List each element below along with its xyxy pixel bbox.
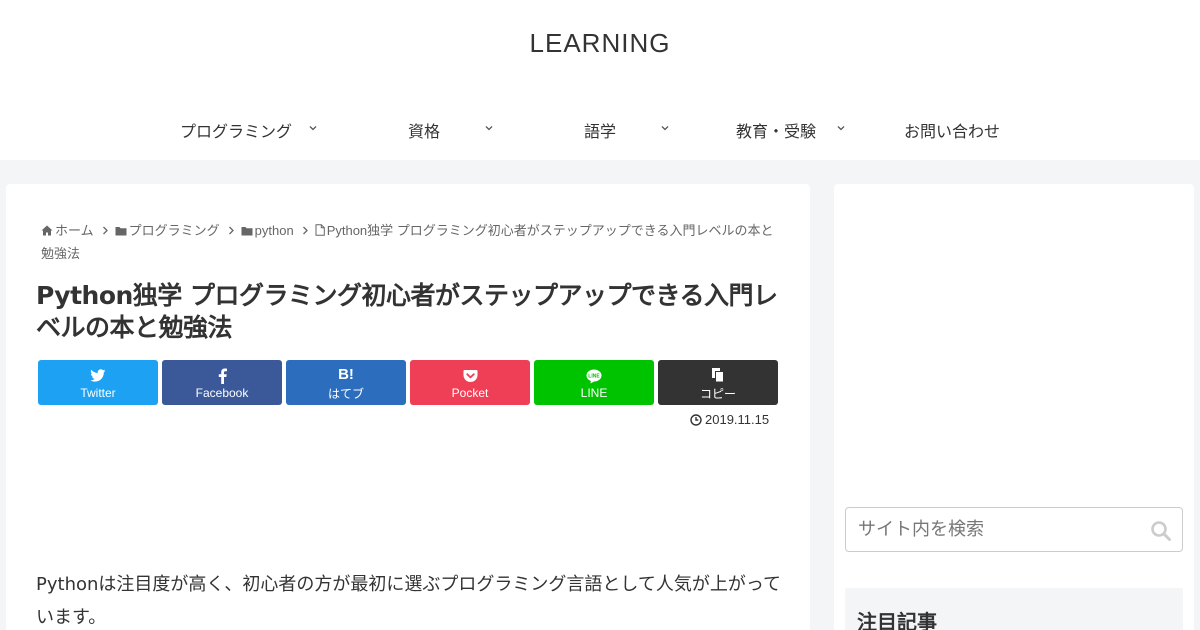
sidebar: 注目記事 [834,184,1194,630]
nav-item-label: 語学 [583,122,616,141]
chevron-right-icon [302,219,309,242]
share-hatena-button[interactable]: B! はてブ [286,360,406,405]
chevron-down-icon [485,126,493,131]
line-icon: LINE [586,369,602,383]
global-nav: プログラミング 資格 語学 教育・受験 お問い合わせ [160,106,1040,154]
article-card: ホーム プログラミング python Python独学 プログラミング初心者がステップ… [6,184,810,630]
nav-item-label: 教育・受験 [735,122,816,141]
post-body-paragraph: Pythonは注目度が高く、初心者の方が最初に選ぶプログラミング言語として人気が… [36,574,781,628]
twitter-icon [90,369,106,382]
breadcrumb-programming[interactable]: プログラミング [115,223,220,238]
copy-icon [712,367,724,382]
home-icon [41,225,53,236]
share-label: Pocket [451,386,489,400]
share-pocket-button[interactable]: Pocket [410,360,530,405]
search-icon[interactable] [1150,520,1172,542]
clock-icon [690,414,702,426]
site-header: LEARNING プログラミング 資格 語学 教育・受験 お問い合わせ [0,0,1200,160]
nav-item-programming[interactable]: プログラミング [160,106,336,154]
nav-item-education[interactable]: 教育・受験 [688,106,864,154]
nav-item-label: お問い合わせ [903,122,1000,141]
widget-title: 注目記事 [857,610,937,630]
breadcrumb-python[interactable]: python [241,223,294,238]
share-label: LINE [580,386,608,400]
share-line-button[interactable]: LINE LINE [534,360,654,405]
file-icon [315,224,325,236]
folder-icon [115,227,127,236]
featured-widget: 注目記事 [845,588,1183,630]
share-label: Facebook [195,386,249,400]
chevron-down-icon [661,126,669,131]
nav-item-qualification[interactable]: 資格 [336,106,512,154]
folder-icon [241,227,253,236]
share-buttons: Twitter Facebook B! はてブ Pocket LINE LINE… [38,360,782,405]
site-title[interactable]: LEARNING [0,28,1200,59]
breadcrumb-home[interactable]: ホーム [41,223,94,238]
share-label: コピー [699,386,736,401]
search-box [845,507,1183,552]
nav-item-label: 資格 [407,122,440,141]
hatena-icon: B! [338,366,354,383]
chevron-right-icon [102,219,109,242]
chevron-down-icon [837,126,845,131]
post-title: Python独学 プログラミング初心者がステップアップできる入門レベルの本と勉強… [36,281,778,342]
share-copy-button[interactable]: コピー [658,360,778,405]
svg-text:LINE: LINE [588,373,600,379]
share-label: Twitter [80,386,116,400]
nav-item-label: プログラミング [179,122,292,141]
nav-item-language[interactable]: 語学 [512,106,688,154]
share-label: はてブ [327,386,364,401]
share-twitter-button[interactable]: Twitter [38,360,158,405]
breadcrumb: ホーム プログラミング python Python独学 プログラミング初心者がステップ… [41,219,781,265]
chevron-right-icon [228,219,235,242]
post-date: 2019.11.15 [690,412,769,427]
post-date-text: 2019.11.15 [705,412,770,427]
share-facebook-button[interactable]: Facebook [162,360,282,405]
pocket-icon [463,370,477,382]
facebook-icon [218,368,227,384]
nav-item-contact[interactable]: お問い合わせ [864,106,1040,154]
search-input[interactable] [847,509,1137,550]
chevron-down-icon [309,126,317,131]
